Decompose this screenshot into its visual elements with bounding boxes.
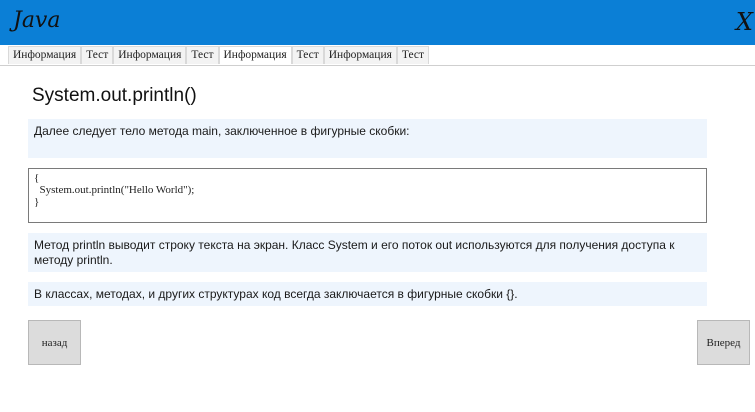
note-text: В классах, методах, и других структурах …	[28, 282, 707, 306]
tab-test-2[interactable]: Тест	[186, 46, 219, 64]
intro-text: Далее следует тело метода main, заключен…	[28, 119, 707, 158]
back-button[interactable]: назад	[28, 320, 81, 365]
tab-info-3[interactable]: Информация	[218, 46, 292, 64]
title-bar: Java X	[0, 0, 755, 45]
tab-test-1[interactable]: Тест	[81, 46, 114, 64]
tab-info-2[interactable]: Информация	[113, 46, 187, 64]
explanation-label: Метод println выводит строку текста на э…	[34, 238, 675, 267]
tab-info-1[interactable]: Информация	[8, 46, 82, 64]
tab-info-4[interactable]: Информация	[323, 46, 397, 64]
tab-test-3[interactable]: Тест	[291, 46, 324, 64]
tab-test-4[interactable]: Тест	[396, 46, 429, 64]
code-block: { System.out.println("Hello World"); }	[28, 168, 707, 223]
intro-label: Далее следует тело метода main, заключен…	[34, 124, 410, 138]
forward-button[interactable]: Вперед	[697, 320, 750, 365]
tab-bar: Информация Тест Информация Тест Информац…	[0, 45, 755, 66]
note-label: В классах, методах, и других структурах …	[34, 287, 518, 301]
tab-list: Информация Тест Информация Тест Информац…	[8, 46, 429, 64]
close-icon[interactable]: X	[736, 8, 753, 36]
page-title: System.out.println()	[32, 85, 197, 106]
app-title: Java	[13, 8, 61, 33]
explanation-text: Метод println выводит строку текста на э…	[28, 233, 707, 272]
